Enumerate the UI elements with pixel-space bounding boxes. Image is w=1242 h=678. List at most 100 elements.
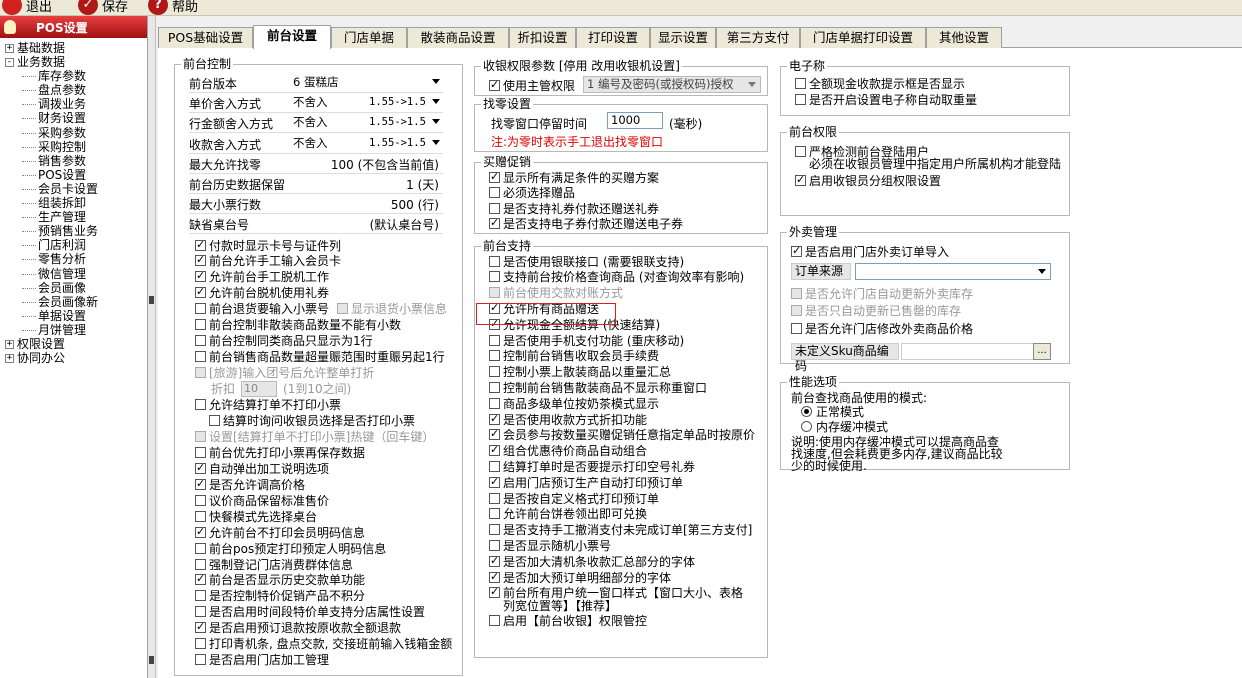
version-select[interactable]: 6 蛋糕店 (289, 74, 443, 90)
setting-checkbox[interactable]: 是否使用银联接口 (需要银联支持) (489, 253, 684, 269)
setting-checkbox[interactable]: 是否加大清机条收款汇总部分的字体 (489, 553, 695, 569)
search-mode-radio[interactable]: 内存缓冲模式 (801, 418, 888, 434)
checkbox-box[interactable] (489, 412, 500, 425)
setting-checkbox[interactable]: 前台使用交款对账方式 (489, 285, 623, 301)
setting-checkbox[interactable]: 前台退货要输入小票号 显示退货小票信息 (195, 301, 447, 317)
sidebar-item[interactable]: POS设置 (0, 168, 147, 182)
setting-checkbox[interactable]: 控制前台销售散装商品不显示称重窗口 (489, 379, 707, 395)
sidebar-item[interactable]: 月饼管理 (0, 323, 147, 337)
setting-checkbox[interactable]: 是否启用时间段特价单支持分店属性设置 (195, 604, 425, 620)
setting-checkbox[interactable]: 前台允许手工输入会员卡 (195, 253, 341, 269)
checkbox-box[interactable] (195, 285, 206, 299)
field-value[interactable]: 100 (不包含当前值) (331, 156, 439, 173)
checkbox-box[interactable] (489, 397, 500, 409)
checkbox-box[interactable] (195, 525, 206, 538)
checkbox-box[interactable] (489, 381, 500, 393)
checkbox-box[interactable] (489, 615, 500, 627)
checkbox-box[interactable] (489, 255, 500, 267)
checkbox-box[interactable] (489, 78, 500, 91)
setting-checkbox[interactable]: 是否允许门店修改外卖商品价格 (791, 320, 973, 336)
setting-checkbox[interactable]: 控制前台销售收取会员手续费 (489, 348, 659, 364)
setting-checkbox[interactable]: 强制登记门店消费群体信息 (195, 556, 353, 572)
expand-icon[interactable]: + (5, 339, 14, 349)
checkbox-box[interactable] (489, 443, 500, 457)
setting-checkbox[interactable]: 控制小票上散装商品以重量汇总 (489, 364, 671, 380)
checkbox-box[interactable] (489, 350, 500, 362)
setting-checkbox[interactable]: 会员参与按数量买赠促销任意指定单品时按原价 (489, 427, 755, 443)
checkbox-box[interactable] (489, 475, 500, 488)
sku-code-input[interactable] (901, 343, 1035, 360)
exit-button[interactable]: 退出 (2, 0, 52, 15)
sidebar-item[interactable]: 采购控制 (0, 140, 147, 154)
setting-checkbox[interactable]: 支持前台按价格查询商品 (对查询效率有影响) (489, 269, 744, 285)
checkbox-box[interactable] (209, 414, 220, 426)
tab-4[interactable]: 折扣设置 (509, 27, 576, 49)
use-supervisor-permission-checkbox[interactable]: 使用主管权限 (489, 77, 575, 93)
order-source-select[interactable] (855, 263, 1051, 280)
checkbox-box[interactable] (195, 620, 206, 634)
checkbox-box[interactable] (195, 351, 206, 363)
checkbox-box[interactable] (795, 93, 806, 105)
checkbox-box[interactable] (195, 461, 206, 474)
tab-3[interactable]: 散装商品设置 (407, 27, 509, 49)
field-value[interactable]: (默认桌台号) (370, 216, 439, 233)
rounding-select[interactable]: 不舍入 (289, 114, 361, 131)
checkbox-box[interactable] (489, 554, 500, 567)
setting-checkbox[interactable]: 打印青机条, 盘点交款, 交接班前输入钱箱金额 (195, 636, 452, 652)
setting-checkbox[interactable]: 是否启用预订退款按原收款全额退款 (195, 620, 401, 636)
checkbox-box[interactable] (195, 430, 206, 442)
setting-checkbox[interactable]: 前台销售商品数量超量赈范围时重赈另起1行 (195, 349, 445, 365)
checkbox-box[interactable] (195, 542, 206, 554)
sidebar-item[interactable]: 盘点参数 (0, 83, 147, 97)
checkbox-box[interactable] (195, 494, 206, 506)
checkbox-box[interactable] (489, 216, 500, 230)
checkbox-box[interactable] (337, 303, 349, 315)
setting-checkbox[interactable]: 前台优先打印小票再保存数据 (195, 444, 365, 460)
rounding-example-select[interactable]: 1.55->1.5 (365, 114, 443, 131)
tab-2[interactable]: 门店单据 (331, 27, 407, 49)
checkbox-box[interactable] (195, 303, 206, 315)
splitter[interactable] (148, 16, 156, 678)
checkbox-box[interactable] (195, 269, 206, 283)
collapse-right-icon[interactable] (149, 656, 154, 664)
checkbox-box[interactable] (791, 305, 802, 316)
setting-checkbox[interactable]: 自动弹出加工说明选项 (195, 460, 329, 476)
setting-checkbox[interactable]: 商品多级单位按奶茶模式显示 (489, 395, 659, 411)
radio-dot[interactable] (801, 405, 812, 417)
checkbox-box[interactable] (195, 477, 206, 490)
field-value[interactable]: 500 (行) (391, 196, 439, 213)
checkbox-box[interactable] (489, 524, 500, 536)
checkbox-box[interactable] (195, 446, 206, 458)
rounding-select[interactable]: 不舍入 (289, 94, 361, 111)
expand-icon[interactable]: + (5, 354, 14, 364)
checkbox-box[interactable] (195, 510, 206, 522)
setting-checkbox[interactable]: 启用收银员分组权限设置 (795, 172, 941, 188)
setting-checkbox[interactable]: 是否支持手工撤消支付未完成订单[第三方支付] (489, 522, 752, 538)
setting-checkbox[interactable]: 允许前台脱机使用礼券 (195, 285, 329, 301)
sidebar-item[interactable]: 调拨业务 (0, 97, 147, 111)
checkbox-box[interactable] (489, 427, 500, 441)
checkbox-box[interactable] (489, 366, 500, 378)
checkbox-box[interactable] (489, 334, 500, 346)
tab-0[interactable]: POS基础设置 (158, 27, 253, 49)
setting-checkbox[interactable]: 允许前台饼卷领出即可兑换 (489, 506, 647, 522)
checkbox-box[interactable] (489, 287, 500, 299)
checkbox-box[interactable] (195, 238, 206, 251)
checkbox-box[interactable] (489, 492, 500, 504)
sidebar-item[interactable]: 库存参数 (0, 69, 147, 83)
sidebar-item[interactable]: 预销售业务 (0, 224, 147, 238)
setting-checkbox[interactable]: 是否加大预订单明细部分的字体 (489, 569, 671, 585)
checkbox-box[interactable] (195, 399, 206, 410)
setting-checkbox[interactable]: 显示所有满足条件的买赠方案 (489, 169, 659, 185)
save-button[interactable]: ✓ 保存 (78, 0, 128, 15)
sidebar-item[interactable]: - 业务数据 (0, 55, 147, 69)
setting-checkbox[interactable]: 是否只自动更新已售罄的库存 (791, 303, 961, 319)
checkbox-box[interactable] (195, 253, 206, 267)
setting-checkbox[interactable]: 设置[结算打单不打印小票]热键（回车键） (195, 428, 434, 444)
sidebar-item[interactable]: 会员卡设置 (0, 182, 147, 196)
checkbox-box[interactable] (489, 187, 500, 199)
setting-checkbox[interactable]: 是否支持礼券付款还赠送礼券 (489, 200, 659, 216)
change-window-input[interactable]: 1000 (607, 112, 663, 129)
setting-checkbox[interactable]: 启用【前台收银】权限管控 (489, 613, 647, 629)
setting-checkbox[interactable]: 前台pos预定打印预定人明码信息 (195, 540, 386, 556)
